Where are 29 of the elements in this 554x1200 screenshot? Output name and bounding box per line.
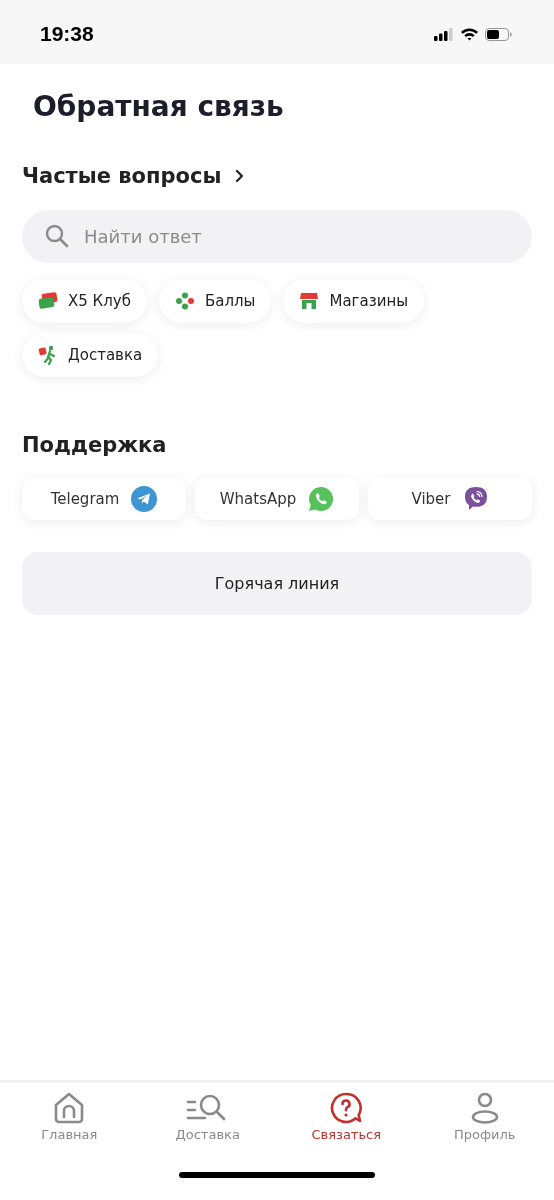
chevron-icon bbox=[235, 169, 246, 183]
paper-plane-icon bbox=[131, 485, 158, 512]
tab-bar-item[interactable]: Главная bbox=[41, 1091, 98, 1159]
section-heading: Поддержка bbox=[22, 433, 168, 457]
battery-icon bbox=[485, 27, 512, 41]
dots-icon bbox=[174, 292, 195, 310]
category-chip[interactable]: X5 Клуб bbox=[22, 279, 147, 323]
tab-bar-item[interactable]: Доставка bbox=[175, 1091, 240, 1159]
messenger-button[interactable]: Viber bbox=[368, 477, 532, 520]
tab-bar-item[interactable]: Связаться bbox=[311, 1091, 382, 1159]
messenger-button[interactable]: WhatsApp bbox=[195, 477, 359, 520]
faq-link[interactable]: Частые вопросы bbox=[22, 164, 246, 188]
hotline-button[interactable]: Горячая линия bbox=[22, 552, 532, 615]
store-icon bbox=[299, 292, 320, 310]
page-title: Обратная связь bbox=[33, 89, 285, 125]
search-icon bbox=[44, 223, 70, 249]
status-time: 19:38 bbox=[40, 22, 94, 46]
messenger-button[interactable]: Telegram bbox=[22, 477, 186, 520]
phone-bubble-icon bbox=[462, 485, 489, 512]
signal-icon bbox=[434, 27, 454, 41]
wifi-icon bbox=[460, 27, 479, 41]
category-chip[interactable]: Баллы bbox=[158, 279, 272, 323]
question-bubble-icon bbox=[329, 1091, 364, 1125]
cards-icon bbox=[38, 292, 58, 310]
courier-icon bbox=[38, 345, 58, 365]
phone-bubble-icon bbox=[308, 485, 335, 512]
category-chip[interactable]: Доставка bbox=[22, 333, 159, 377]
search-field[interactable]: Найти ответ bbox=[22, 210, 532, 263]
category-chip[interactable]: Магазины bbox=[283, 279, 425, 323]
